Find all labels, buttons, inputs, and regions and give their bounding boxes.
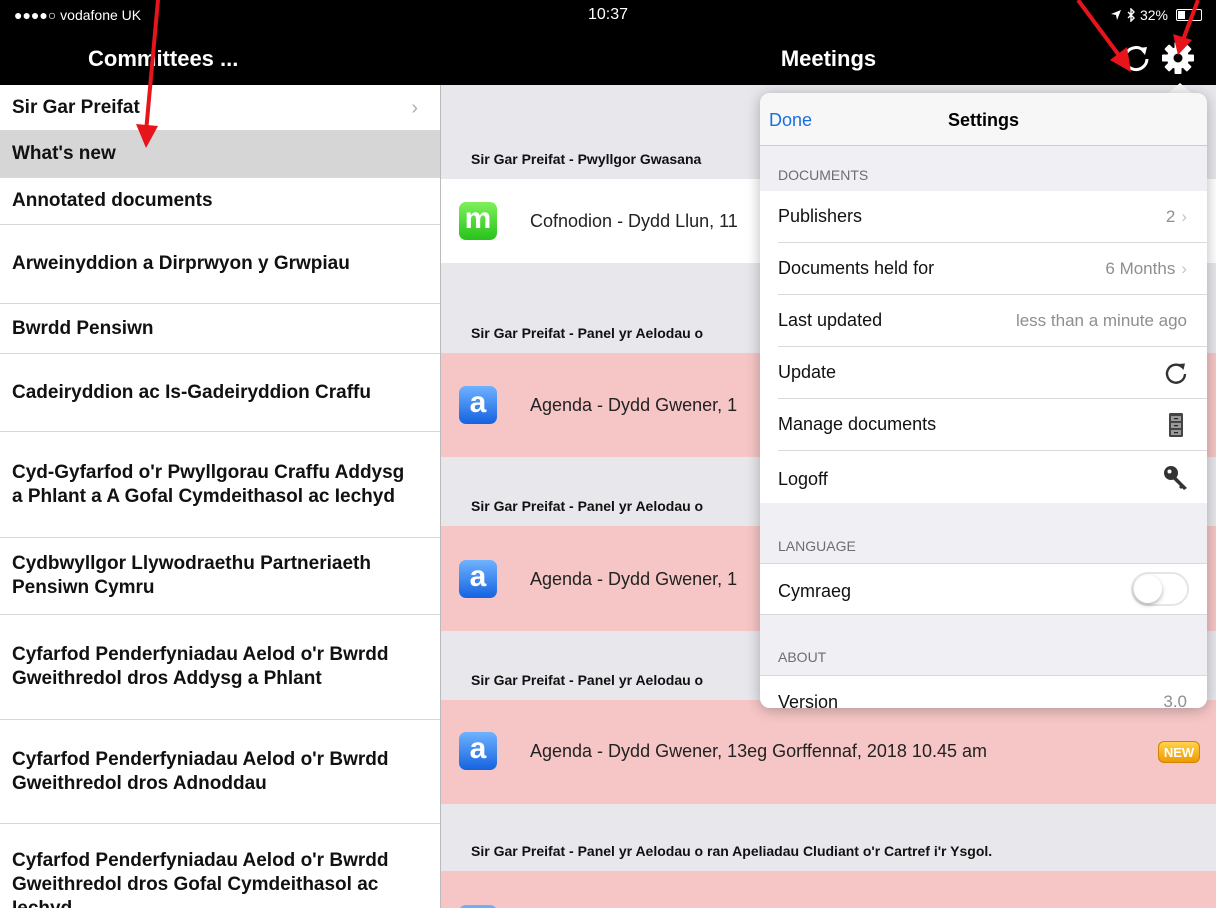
sidebar-item-sir-gar-preifat[interactable]: Sir Gar Preifat › bbox=[0, 85, 440, 131]
sidebar-item-label: Arweinyddion a Dirprwyon y Grwpiau bbox=[12, 253, 350, 274]
sidebar-item[interactable]: Cyfarfod Penderfyniadau Aelod o'r Bwrdd … bbox=[0, 824, 440, 908]
sidebar-item-label: What's new bbox=[12, 143, 116, 164]
last-updated-label: Last updated bbox=[778, 310, 883, 330]
settings-popover: Done Settings DOCUMENTS Publishers 2 › Do… bbox=[760, 93, 1207, 708]
documents-group-label: DOCUMENTS bbox=[778, 167, 869, 183]
status-bar: ●●●●○ vodafone UK 10:37 32% bbox=[0, 0, 1216, 30]
sidebar-item-annotated-documents[interactable]: Annotated documents bbox=[0, 178, 440, 225]
battery-percent: 32% bbox=[1139, 7, 1168, 23]
sidebar-item-label: Cyfarfod Penderfyniadau Aelod o'r Bwrdd … bbox=[12, 748, 389, 794]
sidebar-item-label: Cyfarfod Penderfyniadau Aelod o'r Bwrdd … bbox=[12, 850, 389, 908]
sidebar-item[interactable]: Arweinyddion a Dirprwyon y Grwpiau bbox=[0, 225, 440, 304]
chevron-right-icon: › bbox=[1181, 207, 1187, 226]
sidebar-item-label: Cadeiryddion ac Is-Gadeiryddion Craffu bbox=[12, 381, 371, 403]
cymraeg-row: Cymraeg bbox=[760, 563, 1207, 615]
version-value: 3.0 bbox=[1163, 692, 1187, 708]
publishers-row[interactable]: Publishers 2 › bbox=[760, 191, 1207, 243]
bluetooth-icon bbox=[1127, 8, 1135, 22]
agenda-document-icon: a bbox=[459, 560, 497, 598]
documents-held-value: 6 Months › bbox=[1105, 259, 1187, 278]
document-row[interactable]: a bbox=[441, 871, 1216, 908]
sidebar-item[interactable]: Bwrdd Pensiwn bbox=[0, 304, 440, 354]
filing-cabinet-icon bbox=[1169, 413, 1183, 437]
status-time: 10:37 bbox=[587, 6, 629, 23]
sidebar-item[interactable]: Cyfarfod Penderfyniadau Aelod o'r Bwrdd … bbox=[0, 720, 440, 824]
last-updated-row: Last updated less than a minute ago bbox=[760, 295, 1207, 347]
sidebar-item-label: Sir Gar Preifat bbox=[12, 96, 140, 118]
document-title: Agenda - Dydd Gwener, 1 bbox=[530, 569, 738, 589]
logoff-row[interactable]: Logoff bbox=[760, 451, 1207, 503]
meeting-section-header: Sir Gar Preifat - Panel yr Aelodau o ran… bbox=[441, 804, 1216, 871]
sidebar-item[interactable]: Cadeiryddion ac Is-Gadeiryddion Craffu bbox=[0, 354, 440, 432]
sidebar-item[interactable]: Cyd-Gyfarfod o'r Pwyllgorau Craffu Addys… bbox=[0, 432, 440, 538]
document-title: Agenda - Dydd Gwener, 1 bbox=[530, 395, 738, 415]
about-group-label: ABOUT bbox=[778, 649, 827, 665]
sidebar-item[interactable]: Cydbwyllgor Llywodraethu Partneriaeth Pe… bbox=[0, 538, 440, 615]
settings-header: Done Settings bbox=[760, 93, 1207, 146]
meeting-section-title: Sir Gar Preifat - Pwyllgor Gwasana bbox=[471, 151, 702, 167]
sidebar-item-label: Cydbwyllgor Llywodraethu Partneriaeth Pe… bbox=[12, 553, 371, 598]
navigation-bar: Committees ... Meetings bbox=[0, 30, 1216, 85]
logoff-label: Logoff bbox=[778, 469, 828, 489]
meeting-section-title: Sir Gar Preifat - Panel yr Aelodau o ran… bbox=[471, 843, 993, 859]
last-updated-value: less than a minute ago bbox=[1015, 311, 1187, 330]
publishers-label: Publishers bbox=[778, 206, 863, 226]
manage-documents-row[interactable]: Manage documents bbox=[760, 399, 1207, 451]
agenda-document-icon: a bbox=[459, 732, 497, 770]
cymraeg-label: Cymraeg bbox=[778, 581, 852, 601]
sidebar-item-label: Cyfarfod Penderfyniadau Aelod o'r Bwrdd … bbox=[12, 644, 389, 689]
refresh-icon[interactable] bbox=[1120, 42, 1152, 74]
document-row[interactable]: a Agenda - Dydd Gwener, 13eg Gorffennaf,… bbox=[441, 700, 1216, 804]
sidebar-item-label: Cyd-Gyfarfod o'r Pwyllgorau Craffu Addys… bbox=[12, 461, 405, 507]
key-icon bbox=[1164, 466, 1187, 490]
chevron-right-icon: › bbox=[1181, 259, 1187, 278]
meeting-section-title: Sir Gar Preifat - Panel yr Aelodau o bbox=[471, 325, 704, 341]
documents-held-for-row[interactable]: Documents held for 6 Months › bbox=[760, 243, 1207, 295]
location-icon bbox=[1110, 10, 1121, 20]
version-row: Version 3.0 bbox=[760, 675, 1207, 708]
committees-menu-button[interactable]: Committees ... bbox=[88, 46, 238, 72]
settings-title: Settings bbox=[947, 110, 1019, 130]
publishers-value: 2 › bbox=[1165, 207, 1187, 226]
minutes-document-icon: m bbox=[459, 202, 497, 240]
refresh-icon bbox=[1165, 363, 1187, 384]
gear-icon[interactable] bbox=[1160, 40, 1196, 76]
toggle-knob bbox=[1134, 575, 1162, 603]
language-group-label: LANGUAGE bbox=[778, 538, 856, 554]
documents-held-label: Documents held for bbox=[778, 258, 935, 278]
version-label: Version bbox=[778, 692, 839, 708]
update-label: Update bbox=[778, 362, 837, 382]
document-title: Cofnodion - Dydd Llun, 11 bbox=[530, 211, 738, 231]
manage-documents-label: Manage documents bbox=[778, 414, 937, 434]
committees-sidebar: Sir Gar Preifat › What's new Annotated d… bbox=[0, 85, 441, 908]
sidebar-item-label: Bwrdd Pensiwn bbox=[12, 317, 154, 339]
new-badge: NEW bbox=[1158, 741, 1200, 763]
agenda-document-icon: a bbox=[459, 386, 497, 424]
update-row[interactable]: Update bbox=[760, 347, 1207, 399]
sidebar-item-label: Annotated documents bbox=[12, 190, 213, 211]
page-title: Meetings bbox=[780, 46, 877, 71]
meeting-section-title: Sir Gar Preifat - Panel yr Aelodau o bbox=[471, 672, 704, 688]
sidebar-item-whats-new[interactable]: What's new bbox=[0, 131, 440, 178]
cymraeg-toggle[interactable] bbox=[1131, 572, 1189, 606]
meeting-section-title: Sir Gar Preifat - Panel yr Aelodau o bbox=[471, 498, 704, 514]
chevron-right-icon: › bbox=[411, 96, 418, 119]
battery-icon bbox=[1176, 9, 1202, 21]
sidebar-item[interactable]: Cyfarfod Penderfyniadau Aelod o'r Bwrdd … bbox=[0, 615, 440, 720]
status-right: 32% bbox=[1110, 7, 1202, 23]
document-title: Agenda - Dydd Gwener, 13eg Gorffennaf, 2… bbox=[530, 741, 987, 761]
